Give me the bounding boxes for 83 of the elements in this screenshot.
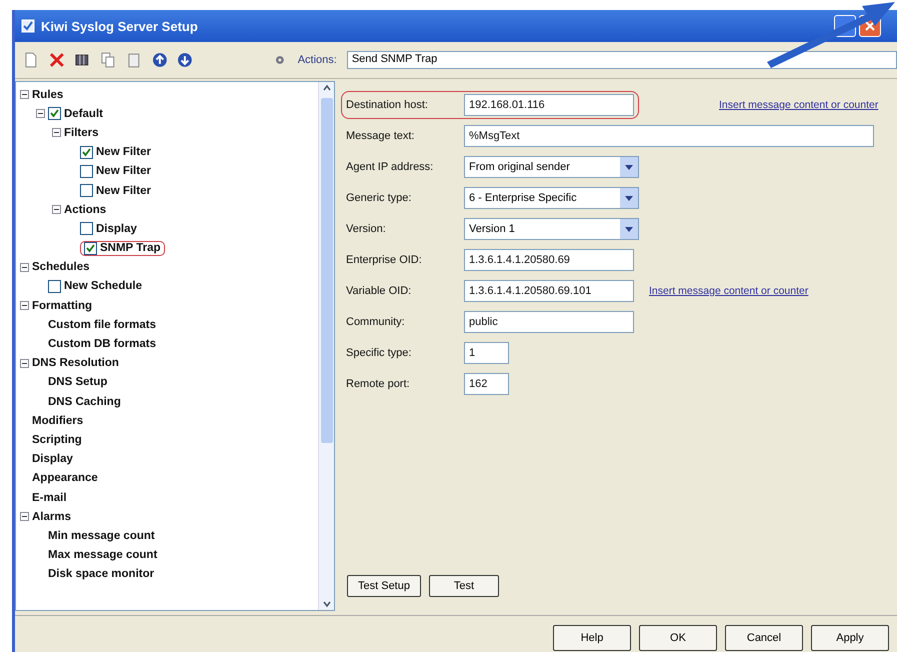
field-label: Message text: [346,130,416,142]
tree-item[interactable]: New Filter [96,184,151,197]
test-button[interactable]: Test Setup [347,575,421,597]
tree-item[interactable]: Display [96,222,137,235]
collapse-icon[interactable] [52,128,61,138]
checkbox[interactable] [80,184,93,198]
checkbox[interactable] [80,222,93,236]
checkbox[interactable] [80,146,93,159]
window-title: Kiwi Syslog Server Setup [41,18,198,34]
tree-item[interactable]: Scripting [32,434,82,446]
insert-link[interactable]: Insert message content or counter [719,99,878,111]
field-label: Destination host: [346,99,429,111]
input-field[interactable]: 1 [464,342,509,364]
tree-item[interactable]: E-mail [32,492,67,504]
new-page-icon[interactable] [23,52,39,68]
tree-item[interactable]: Alarms [32,510,71,523]
checkbox[interactable] [48,107,61,120]
tree-item[interactable]: Actions [64,204,106,216]
field-label: Variable OID: [346,285,412,297]
field-label: Community: [346,316,406,328]
input-field[interactable]: 1.3.6.1.4.1.20580.69 [464,249,634,271]
caret-icon [625,196,633,200]
field-label: Remote port: [346,378,411,390]
tree-item[interactable]: DNS Setup [48,376,108,388]
tree-item[interactable]: SNMP Trap [100,242,160,254]
tree-item[interactable]: Modifiers [32,414,84,427]
collapse-icon[interactable] [20,90,29,100]
field-label: Enterprise OID: [346,254,423,266]
tree-item[interactable]: Default [64,108,103,120]
actions-dropdown[interactable]: Send SNMP Trap [346,51,897,69]
dropdown[interactable]: 6 - Enterprise Specific [464,187,639,209]
field-label: Specific type: [346,347,412,359]
tree-item[interactable]: Custom DB formats [48,338,156,350]
caret-icon [625,164,633,170]
tree-item[interactable]: DNS Resolution [32,357,119,370]
app-icon [21,19,35,33]
caret-icon [625,226,633,232]
delete-icon[interactable] [48,52,64,68]
collapse-icon[interactable] [20,358,29,368]
collapse-icon[interactable] [20,262,29,272]
checkbox[interactable] [48,280,61,293]
input-field[interactable]: %MsgText [464,125,874,147]
test-button[interactable]: Test [428,575,499,597]
tree-item[interactable]: Filters [64,126,99,139]
tree-item[interactable]: Custom file formats [48,318,156,331]
field-label: Generic type: [346,192,412,204]
tree-item[interactable]: New Filter [96,165,151,178]
checkbox[interactable] [84,242,97,255]
tree-item[interactable]: Appearance [32,472,98,484]
tree-item[interactable]: New Schedule [64,280,142,292]
checkbox[interactable] [80,164,93,178]
tree-item[interactable]: Display [32,453,73,466]
dialog-button[interactable]: Help [553,625,631,651]
tree-item[interactable]: Schedules [32,261,90,274]
field-label: Version: [346,223,387,235]
tree-item[interactable]: Formatting [32,300,92,312]
collapse-icon[interactable] [20,301,29,310]
input-field[interactable]: 162 [464,373,509,395]
grid-icon[interactable] [74,52,90,68]
insert-link[interactable]: Insert message content or counter [649,285,808,297]
dialog-button[interactable]: Apply [811,625,889,651]
input-field[interactable]: 192.168.01.116 [464,94,634,116]
dropdown[interactable]: From original sender [464,156,639,178]
collapse-icon[interactable] [36,109,45,118]
actions-label: Actions: [298,54,337,66]
input-field[interactable]: public [464,311,634,333]
dialog-button[interactable]: OK [639,625,717,651]
dropdown[interactable]: Version 1 [464,218,639,240]
tree-item[interactable]: Min message count [48,530,155,542]
tree-item[interactable]: Rules [32,88,64,101]
scrollbar[interactable] [318,82,334,610]
tree-item[interactable]: Max message count [48,549,158,562]
close-icon [865,21,875,31]
paste-icon[interactable] [126,52,142,68]
dialog-button[interactable]: Cancel [725,625,803,651]
copy-icon[interactable] [100,52,116,68]
field-label: Agent IP address: [346,161,434,173]
collapse-icon[interactable] [20,512,29,522]
input-field[interactable]: 1.3.6.1.4.1.20580.69.101 [464,280,634,302]
tree-item[interactable]: DNS Caching [48,396,121,408]
tree-item[interactable]: Disk space monitor [48,568,154,580]
tree-item[interactable]: New Filter [96,146,151,158]
collapse-icon[interactable] [52,205,61,214]
